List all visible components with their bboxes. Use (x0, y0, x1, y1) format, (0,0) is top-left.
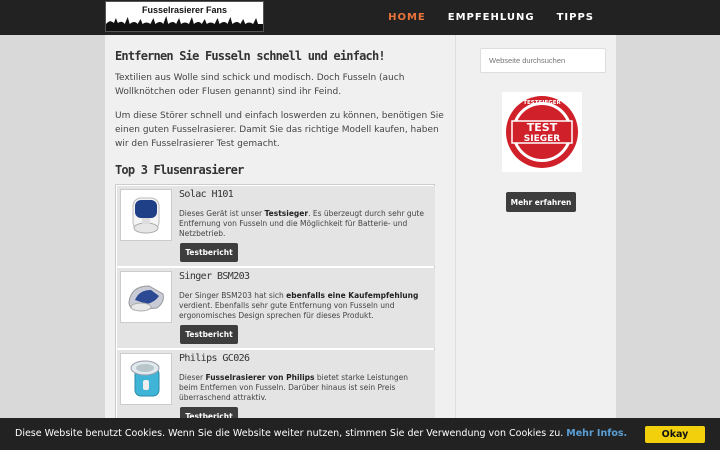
badge-text-bottom: SIEGER (524, 134, 561, 144)
product-description: Dieses Gerät ist unser Testsieger. Es üb… (179, 209, 424, 238)
top-navigation-bar: Fusselrasierer Fans HOME EMPFEHLUNG TIPP… (0, 0, 720, 35)
product-title: Solac H101 (179, 189, 234, 200)
section-title: Top 3 Flusenrasierer (115, 163, 244, 177)
crowd-silhouette-icon (106, 16, 263, 31)
product-title: Singer BSM203 (179, 271, 250, 282)
product-image[interactable] (120, 271, 172, 323)
cookie-text: Diese Website benutzt Cookies. Wenn Sie … (15, 428, 628, 439)
nav-item-home[interactable]: HOME (388, 12, 426, 23)
product-image[interactable] (120, 353, 172, 405)
page-title: Entfernen Sie Fusseln schnell und einfac… (115, 49, 386, 63)
product-title: Philips GC026 (179, 353, 250, 364)
cookie-banner: Diese Website benutzt Cookies. Wenn Sie … (0, 418, 720, 450)
product-table: Solac H101 Dieses Gerät ist unser Testsi… (115, 184, 435, 430)
intro-paragraph-2: Um diese Störer schnell und einfach losw… (115, 111, 444, 149)
nav-item-empfehlung[interactable]: EMPFEHLUNG (448, 12, 535, 23)
testsieger-badge-icon: TEST SIEGER TESTSIEGER (502, 92, 582, 172)
lint-shaver-blue-grey-icon (128, 285, 164, 312)
product-row: Singer BSM203 Der Singer BSM203 hat sich… (117, 268, 435, 348)
testbericht-button[interactable]: Testbericht (180, 325, 238, 344)
lint-shaver-teal-icon (130, 360, 160, 397)
lint-shaver-white-blue-icon (132, 197, 160, 234)
main-nav: HOME EMPFEHLUNG TIPPS (366, 0, 594, 35)
cookie-accept-button[interactable]: Okay (645, 426, 705, 443)
logo-text: Fusselrasierer Fans (141, 5, 228, 15)
product-image[interactable] (120, 189, 172, 241)
product-description: Der Singer BSM203 hat sich ebenfalls ein… (179, 291, 419, 320)
testbericht-button[interactable]: Testbericht (180, 243, 238, 262)
product-description: Dieser Fusselrasierer von Philips bietet… (179, 373, 409, 402)
badge-ring-text: TESTSIEGER (523, 100, 561, 106)
search-input[interactable] (480, 48, 606, 73)
mehr-infos-link[interactable]: Mehr Infos. (566, 428, 627, 439)
nav-item-tipps[interactable]: TIPPS (557, 12, 594, 23)
intro-paragraph: Textilien aus Wolle sind schick und modi… (115, 73, 405, 97)
badge-text-top: TEST (527, 121, 558, 134)
product-row: Solac H101 Dieses Gerät ist unser Testsi… (117, 186, 435, 266)
site-logo[interactable]: Fusselrasierer Fans (105, 1, 264, 32)
mehr-erfahren-button[interactable]: Mehr erfahren (506, 192, 576, 212)
